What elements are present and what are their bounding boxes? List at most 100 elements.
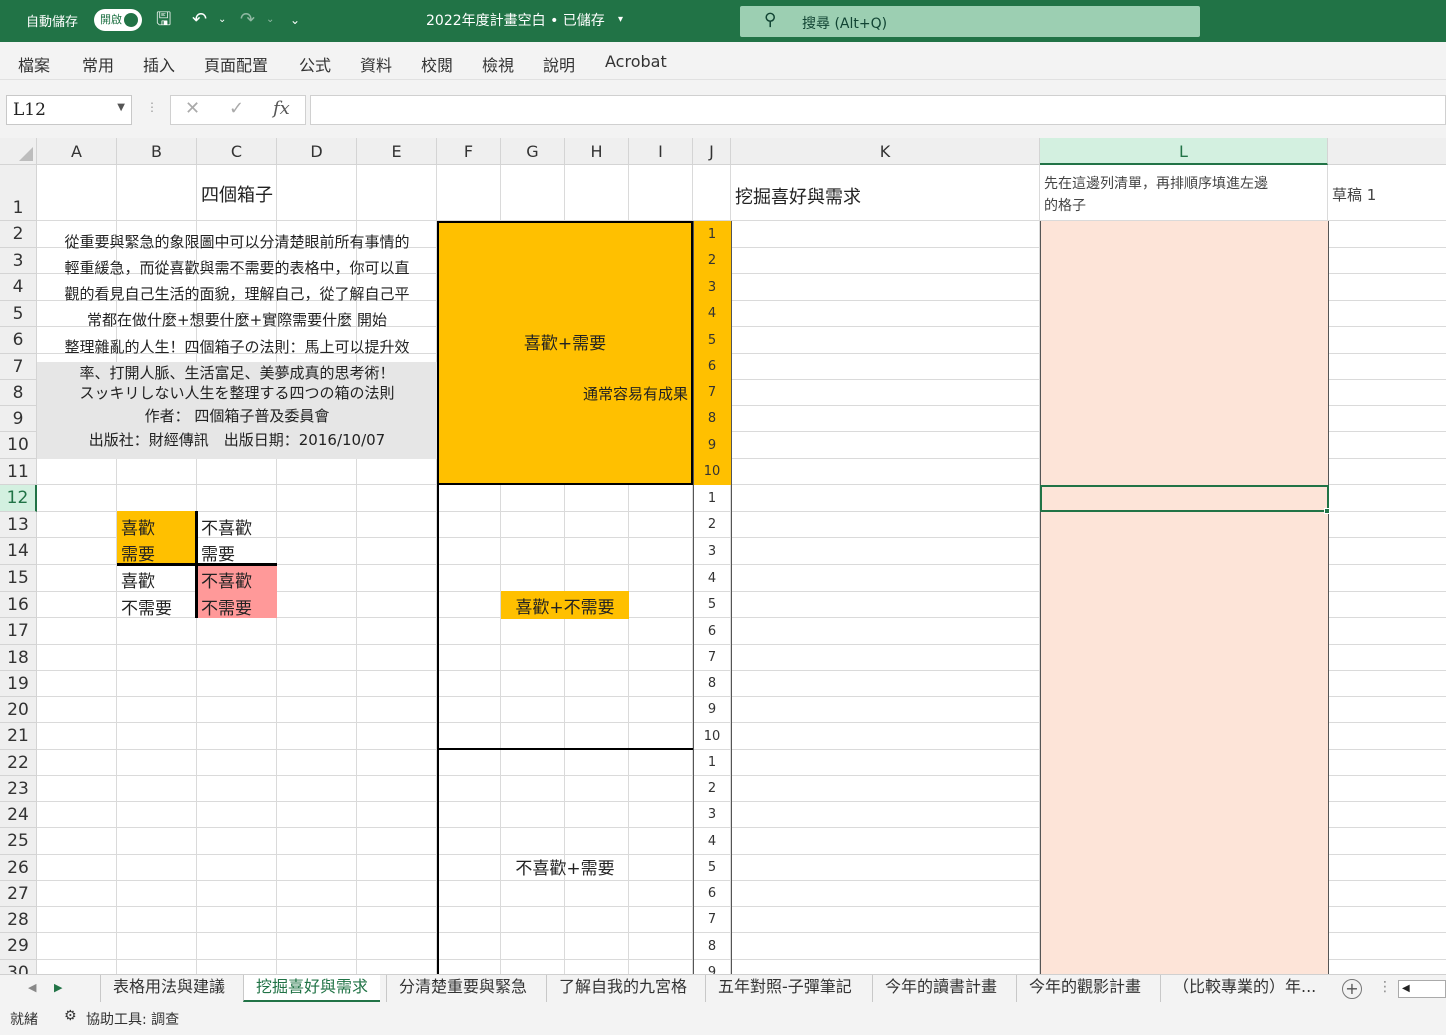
matrix-c13: 不喜歡 <box>201 519 252 539</box>
insert-function-icon[interactable]: fx <box>273 98 290 119</box>
cancel-icon[interactable]: ✕ <box>185 98 200 119</box>
title-dropdown-icon[interactable]: ▾ <box>618 9 623 31</box>
tab-file[interactable]: 檔案 <box>18 52 50 76</box>
autosave-toggle[interactable]: 開啟 <box>94 9 142 31</box>
search-placeholder: 搜尋 (Alt+Q) <box>802 16 888 32</box>
column-header-c[interactable]: C <box>197 138 277 165</box>
formula-input[interactable] <box>310 95 1446 125</box>
scroll-tabs-right-icon[interactable]: ▶ <box>54 981 62 994</box>
row-header-23[interactable]: 23 <box>0 776 37 802</box>
row-header-8[interactable]: 8 <box>0 380 37 406</box>
row-header-25[interactable]: 25 <box>0 828 37 855</box>
column-header-j[interactable]: J <box>693 138 731 165</box>
sheet-tab-usage[interactable]: 表格用法與建議 <box>100 975 237 1002</box>
select-all-button[interactable] <box>0 138 37 165</box>
row-header-6[interactable]: 6 <box>0 327 37 354</box>
column-header-i[interactable]: I <box>629 138 693 165</box>
name-box[interactable]: L12 ▼ <box>6 95 132 125</box>
sheet-tab-importance[interactable]: 分清楚重要與緊急 <box>386 975 539 1002</box>
name-box-value: L12 <box>13 100 46 120</box>
enter-icon[interactable]: ✓ <box>229 98 244 119</box>
undo-icon[interactable]: ↶ <box>192 9 207 31</box>
sheet-tab-yearly[interactable]: （比較專業的）年... <box>1160 975 1332 1002</box>
row-header-24[interactable]: 24 <box>0 802 37 828</box>
row-header-29[interactable]: 29 <box>0 933 37 960</box>
box-like-need-label: 喜歡+需要 <box>523 334 607 354</box>
column-header-k[interactable]: K <box>731 138 1040 165</box>
column-header-m[interactable] <box>1328 138 1446 165</box>
tab-data[interactable]: 資料 <box>360 52 392 76</box>
horizontal-scrollbar[interactable]: ◀ <box>1398 980 1446 998</box>
row-number: 9 <box>707 438 717 453</box>
box-left-border <box>437 485 439 974</box>
row-header-4[interactable]: 4 <box>0 274 37 301</box>
row-header-28[interactable]: 28 <box>0 907 37 933</box>
row-header-20[interactable]: 20 <box>0 697 37 723</box>
row-header-19[interactable]: 19 <box>0 671 37 697</box>
accessibility-status[interactable]: 協助工具: 調查 <box>86 1009 179 1029</box>
row-header-13[interactable]: 13 <box>0 512 37 538</box>
row-header-30[interactable]: 30 <box>0 960 37 974</box>
matrix-c15: 不喜歡 <box>201 572 252 592</box>
column-header-h[interactable]: H <box>565 138 629 165</box>
tab-review[interactable]: 校閱 <box>421 52 453 76</box>
add-sheet-icon[interactable]: + <box>1342 979 1362 999</box>
search-box[interactable]: ⚲ 搜尋 (Alt+Q) <box>740 6 1200 37</box>
row-header-17[interactable]: 17 <box>0 618 37 645</box>
row-header-16[interactable]: 16 <box>0 592 37 618</box>
row-header-3[interactable]: 3 <box>0 248 37 274</box>
undo-dropdown-icon[interactable]: ⌄ <box>218 9 226 31</box>
tab-help[interactable]: 說明 <box>543 52 575 76</box>
tab-home[interactable]: 常用 <box>82 52 114 76</box>
row-header-22[interactable]: 22 <box>0 750 37 776</box>
row-header-26[interactable]: 26 <box>0 855 37 881</box>
tab-view[interactable]: 檢視 <box>482 52 514 76</box>
row-header-9[interactable]: 9 <box>0 406 37 432</box>
row-header-5[interactable]: 5 <box>0 301 37 327</box>
save-icon[interactable]: 🖫 <box>156 9 171 31</box>
redo-dropdown-icon[interactable]: ⌄ <box>266 9 274 31</box>
sheet-tab-movies[interactable]: 今年的觀影計畫 <box>1016 975 1153 1002</box>
sheet-tab-active[interactable]: 挖掘喜好與需求 <box>243 975 381 1002</box>
scroll-tabs-left-icon[interactable]: ◀ <box>28 981 36 994</box>
column-header-a[interactable]: A <box>37 138 117 165</box>
column-header-g[interactable]: G <box>501 138 565 165</box>
row-number: 4 <box>707 834 717 849</box>
row-number: 1 <box>707 227 717 242</box>
row-header-7[interactable]: 7 <box>0 354 37 380</box>
row-header-11[interactable]: 11 <box>0 459 37 485</box>
worksheet-grid[interactable]: A B C D E F G H I J K L 1 2 3 4 5 6 7 8 9 10 11 12 1… <box>0 138 1446 974</box>
formula-bar-splitter-icon[interactable]: ⋮ <box>146 100 158 114</box>
sheet-tab-bullet[interactable]: 五年對照-子彈筆記 <box>705 975 864 1002</box>
tab-formulas[interactable]: 公式 <box>299 52 331 76</box>
accessibility-icon[interactable]: ⚙ <box>64 1008 77 1024</box>
column-header-e[interactable]: E <box>357 138 437 165</box>
column-header-l[interactable]: L <box>1040 138 1328 165</box>
redo-icon[interactable]: ↷ <box>240 9 255 31</box>
column-header-b[interactable]: B <box>117 138 197 165</box>
column-header-f[interactable]: F <box>437 138 501 165</box>
row-header-2[interactable]: 2 <box>0 221 37 248</box>
row-header-14[interactable]: 14 <box>0 538 37 565</box>
row-header-1[interactable]: 1 <box>0 165 37 221</box>
tab-insert[interactable]: 插入 <box>143 52 175 76</box>
document-title[interactable]: 2022年度計畫空白 • 已儲存 <box>426 10 605 30</box>
sheet-tab-reading[interactable]: 今年的讀書計畫 <box>872 975 1009 1002</box>
row-header-18[interactable]: 18 <box>0 645 37 671</box>
customize-qat-icon[interactable]: ⌄ <box>290 9 300 31</box>
selected-cell-l12[interactable] <box>1040 485 1329 512</box>
column-header-d[interactable]: D <box>277 138 357 165</box>
tab-acrobat[interactable]: Acrobat <box>605 52 667 71</box>
tab-splitter-icon[interactable]: ⋮ <box>1378 979 1392 995</box>
row-header-27[interactable]: 27 <box>0 881 37 907</box>
sheet-tab-ninegrid[interactable]: 了解自我的九宮格 <box>546 975 699 1002</box>
name-box-dropdown-icon[interactable]: ▼ <box>117 102 125 113</box>
row-header-15[interactable]: 15 <box>0 565 37 592</box>
tab-page-layout[interactable]: 頁面配置 <box>204 52 268 76</box>
matrix-c16: 不需要 <box>201 599 252 619</box>
row-header-10[interactable]: 10 <box>0 432 37 459</box>
row-header-21[interactable]: 21 <box>0 723 37 750</box>
fill-handle[interactable] <box>1324 508 1330 514</box>
intro-line-4: 常都在做什麼+想要什麼+實際需要什麼 開始 <box>87 311 387 329</box>
row-header-12[interactable]: 12 <box>0 485 37 512</box>
